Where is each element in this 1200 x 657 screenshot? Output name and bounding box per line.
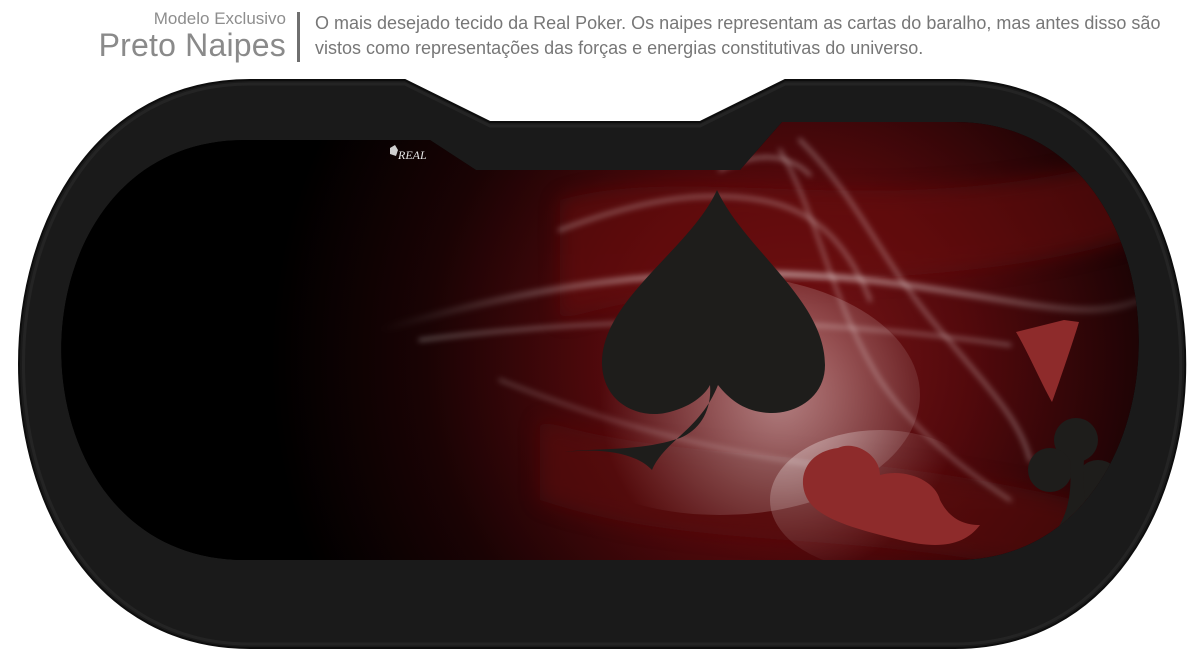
- model-description: O mais desejado tecido da Real Poker. Os…: [315, 13, 1161, 58]
- header: Modelo Exclusivo Preto Naipes O mais des…: [0, 0, 1200, 70]
- model-title: Preto Naipes: [98, 27, 286, 63]
- table-felt: [61, 122, 1139, 560]
- model-label-block: Modelo Exclusivo Preto Naipes: [98, 9, 286, 63]
- poker-table-image: REAL: [0, 70, 1200, 657]
- poker-table-svg: REAL: [18, 79, 1187, 649]
- svg-text:REAL: REAL: [397, 148, 427, 162]
- model-subtitle: Modelo Exclusivo: [153, 9, 286, 28]
- header-divider: [297, 12, 300, 62]
